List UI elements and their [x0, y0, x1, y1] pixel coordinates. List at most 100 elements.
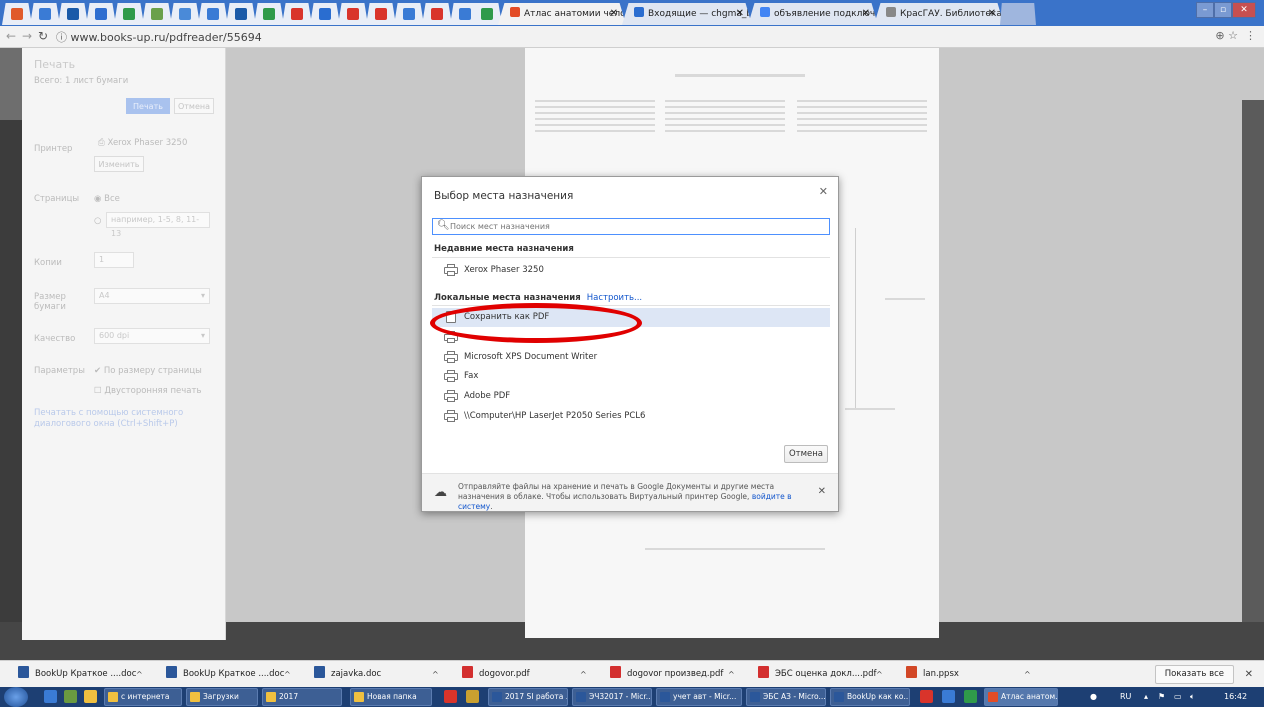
monitor-icon[interactable]: ▭ [1174, 687, 1182, 707]
taskbar-item[interactable]: 2017 [262, 688, 342, 706]
close-promo-icon[interactable]: ✕ [818, 486, 826, 497]
show-all-downloads-button[interactable]: Показать все [1154, 665, 1234, 684]
taskbar-item-active[interactable]: Атлас анатом... [984, 688, 1058, 706]
star-icon[interactable]: ☆ [1228, 29, 1238, 42]
tab-library[interactable]: КрасГАУ. Библиотека/ ✕ [874, 3, 1004, 25]
pinned-tab[interactable] [226, 3, 256, 25]
pinned-tab[interactable] [58, 3, 88, 25]
pinned-tab[interactable] [366, 3, 396, 25]
fit-to-page-checkbox[interactable]: ✔ По размеру страницы [94, 366, 202, 376]
opera-icon[interactable] [444, 690, 457, 703]
pinned-tab[interactable] [282, 3, 312, 25]
download-item[interactable]: zajavka.doc [314, 665, 381, 684]
close-downloads-icon[interactable]: ✕ [1245, 665, 1253, 684]
pinned-tab[interactable] [86, 3, 116, 25]
back-icon[interactable]: ← [6, 29, 16, 43]
app-icon[interactable] [466, 690, 479, 703]
download-item[interactable]: BookUp Краткое ....doc [166, 665, 284, 684]
chevron-up-icon[interactable]: ^ [432, 665, 439, 684]
pinned-tab[interactable] [170, 3, 200, 25]
close-dialog-icon[interactable]: ✕ [819, 185, 828, 198]
copies-input[interactable]: 1 [94, 252, 134, 268]
print-button[interactable]: Печать [126, 98, 170, 114]
zoom-icon[interactable]: ⊕ [1215, 29, 1224, 42]
destination-item-recent-xerox[interactable]: Xerox Phaser 3250 [432, 261, 830, 280]
pinned-tab[interactable] [198, 3, 228, 25]
pages-all-radio[interactable]: ◉ Все [94, 194, 120, 204]
minimize-button[interactable]: – [1196, 2, 1214, 18]
new-tab-button[interactable] [1000, 3, 1036, 25]
tab-active[interactable]: Атлас анатомии челове ✕ [498, 3, 626, 25]
destination-item-hp-laserjet[interactable]: \\Computer\HP LaserJet P2050 Series PCL6 [432, 407, 830, 426]
close-tab-icon[interactable]: ✕ [988, 3, 996, 25]
system-dialog-link[interactable]: Печатать с помощью системного диалоговог… [34, 408, 218, 430]
pinned-tab[interactable] [254, 3, 284, 25]
folder-icon[interactable] [84, 690, 97, 703]
close-tab-icon[interactable]: ✕ [862, 3, 870, 25]
taskbar-item[interactable]: ЭБС АЗ - Micro... [746, 688, 826, 706]
paper-size-select[interactable]: A4 ▾ [94, 288, 210, 304]
network-icon[interactable]: ● [1090, 687, 1097, 707]
taskbar-item[interactable]: с интернета [104, 688, 182, 706]
close-window-button[interactable]: ✕ [1232, 2, 1256, 18]
chevron-up-icon[interactable]: ^ [1024, 665, 1031, 684]
download-item[interactable]: lan.ppsx [906, 665, 959, 684]
chevron-up-icon[interactable]: ^ [136, 665, 143, 684]
pinned-tab[interactable] [30, 3, 60, 25]
pinned-tab[interactable] [422, 3, 452, 25]
taskbar-item[interactable]: Новая папка [350, 688, 432, 706]
forward-icon[interactable]: → [22, 29, 32, 43]
start-button[interactable] [4, 687, 28, 707]
download-item[interactable]: BookUp Краткое ....doc [18, 665, 136, 684]
chevron-up-icon[interactable]: ^ [580, 665, 587, 684]
download-item[interactable]: ЭБС оценка докл....pdf [758, 665, 876, 684]
pinned-tab[interactable] [2, 3, 32, 25]
tab-google-search[interactable]: объявление подключен ✕ [748, 3, 878, 25]
chevron-up-icon[interactable]: ^ [876, 665, 883, 684]
quality-select[interactable]: 600 dpi ▾ [94, 328, 210, 344]
destination-item-fax[interactable]: Fax [432, 367, 830, 386]
pinned-tab[interactable] [394, 3, 424, 25]
tab-inbox[interactable]: Входящие — chgma_bl ✕ [622, 3, 752, 25]
close-tab-icon[interactable]: ✕ [610, 3, 618, 25]
chevron-up-icon[interactable]: ^ [728, 665, 735, 684]
close-tab-icon[interactable]: ✕ [736, 3, 744, 25]
dialog-cancel-button[interactable]: Отмена [784, 445, 828, 463]
download-item[interactable]: dogovor.pdf [462, 665, 530, 684]
pages-range-input[interactable]: например, 1-5, 8, 11-13 [106, 212, 210, 238]
url-field[interactable]: ⓘ www.books-up.ru/pdfreader/55694 [56, 29, 262, 45]
flag-icon[interactable]: ⚑ [1158, 687, 1165, 707]
tray-arrow-icon[interactable]: ▴ [1144, 687, 1148, 707]
destination-search-input[interactable] [450, 220, 820, 233]
taskbar-item[interactable]: BookUp как ко... [830, 688, 910, 706]
taskbar-item[interactable]: Загрузки [186, 688, 258, 706]
ie-icon[interactable] [44, 690, 57, 703]
maximize-button[interactable]: ▫ [1214, 2, 1232, 18]
duplex-checkbox[interactable]: ☐ Двусторонняя печать [94, 386, 201, 396]
clock[interactable]: 16:42 [1224, 687, 1247, 707]
pinned-tab[interactable] [114, 3, 144, 25]
pages-custom-radio[interactable]: ○ [94, 216, 101, 226]
pinned-tab[interactable] [472, 3, 502, 25]
chevron-up-icon[interactable]: ^ [284, 665, 291, 684]
download-item[interactable]: dogovor произвед.pdf [610, 665, 723, 684]
taskbar-item[interactable]: ЭЧ32017 - Micr... [572, 688, 652, 706]
pinned-tab[interactable] [142, 3, 172, 25]
change-printer-button[interactable]: Изменить [94, 156, 144, 172]
configure-link[interactable]: Настроить... [587, 293, 642, 303]
volume-icon[interactable]: 🔈︎ [1190, 687, 1195, 707]
menu-icon[interactable]: ⋮ [1245, 29, 1256, 42]
panel-cancel-button[interactable]: Отмена [174, 98, 214, 114]
taskbar-item[interactable]: 2017 SI работа ... [488, 688, 568, 706]
pinned-tab[interactable] [338, 3, 368, 25]
destination-item-xps-writer[interactable]: Microsoft XPS Document Writer [432, 348, 830, 367]
app-icon[interactable] [942, 690, 955, 703]
info-icon[interactable]: ⓘ [56, 31, 71, 44]
language-indicator[interactable]: RU [1120, 687, 1131, 707]
media-icon[interactable] [64, 690, 77, 703]
app-icon[interactable] [964, 690, 977, 703]
reload-icon[interactable]: ↻ [38, 29, 48, 43]
destination-item-adobe-pdf[interactable]: Adobe PDF [432, 387, 830, 406]
opera-icon[interactable] [920, 690, 933, 703]
taskbar-item[interactable]: учет авт - Micr... [656, 688, 742, 706]
